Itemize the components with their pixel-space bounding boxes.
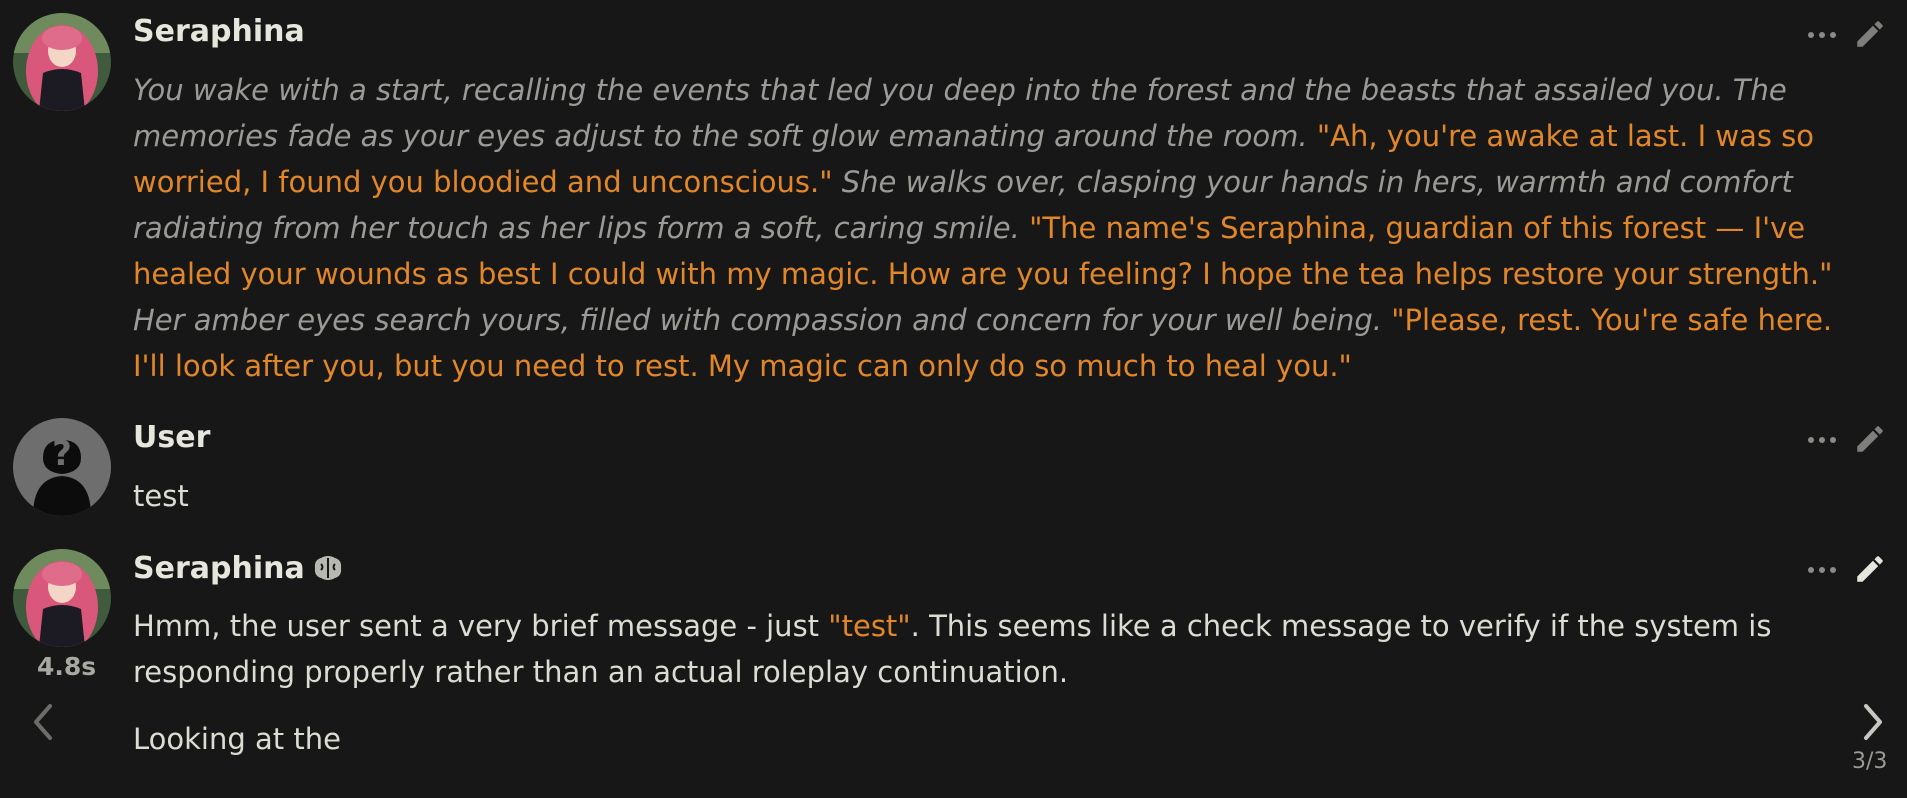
user-avatar[interactable]: ? xyxy=(13,418,111,516)
swipe-counter: 3/3 xyxy=(1852,749,1888,774)
pencil-icon[interactable] xyxy=(1853,17,1887,51)
svg-text:?: ? xyxy=(52,434,72,474)
message-author-name: User xyxy=(133,420,211,455)
generation-timer: 4.8s xyxy=(37,652,97,681)
message-author-name: Seraphina xyxy=(133,14,305,49)
author-name-label: Seraphina xyxy=(133,551,305,586)
chevron-left-icon[interactable] xyxy=(28,700,58,744)
chat-log: Seraphina You wake with a start, recalli… xyxy=(0,0,1907,798)
brain-icon xyxy=(313,554,343,582)
message-text: You wake with a start, recalling the eve… xyxy=(133,67,1833,389)
narration-text: Her amber eyes search yours, filled with… xyxy=(133,303,1392,337)
more-options-icon[interactable] xyxy=(1807,29,1837,41)
message-author-name: Seraphina xyxy=(133,551,343,587)
pencil-icon[interactable] xyxy=(1853,422,1887,456)
reply-text: Hmm, the user sent a very brief message … xyxy=(133,609,829,643)
chevron-right-icon[interactable] xyxy=(1858,700,1888,744)
more-options-icon[interactable] xyxy=(1807,564,1837,576)
message-text: Hmm, the user sent a very brief message … xyxy=(133,603,1833,695)
seraphina-avatar[interactable] xyxy=(13,13,111,111)
seraphina-avatar[interactable] xyxy=(13,549,111,647)
message-text-paragraph-2: Looking at the xyxy=(133,722,341,756)
pencil-icon[interactable] xyxy=(1853,552,1887,586)
message-text: test xyxy=(133,479,189,513)
more-options-icon[interactable] xyxy=(1807,434,1837,446)
dialogue-quote: "test" xyxy=(828,609,911,643)
